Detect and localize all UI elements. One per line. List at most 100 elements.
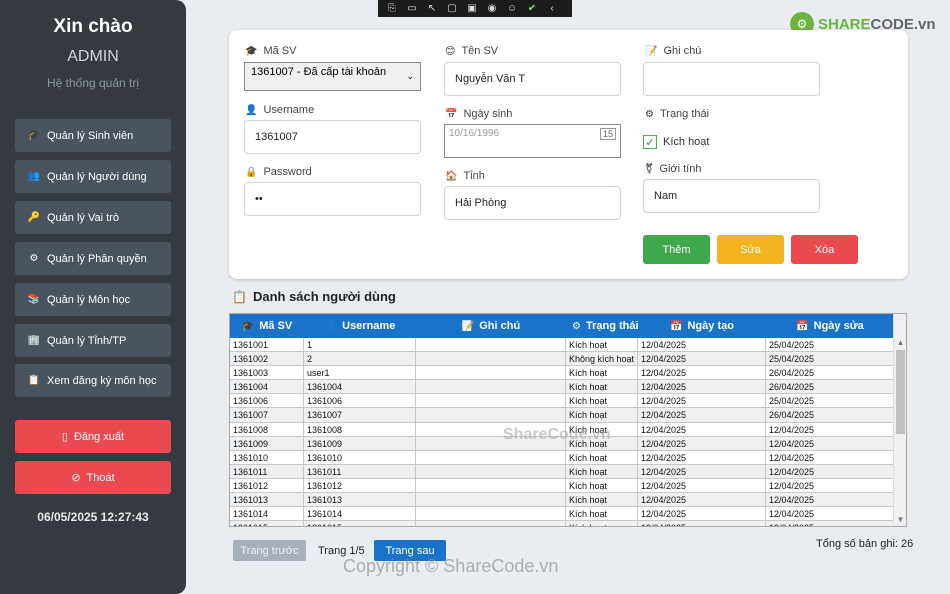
note-icon: 📝	[645, 45, 658, 57]
calendar-icon[interactable]: 15	[599, 128, 616, 140]
tinh-field[interactable]: Hải Phòng	[444, 186, 621, 220]
check-icon[interactable]: ✔	[526, 3, 538, 14]
table-row[interactable]: 1361007 1361007 Kích hoạt 12/04/2025 26/04/2…	[230, 408, 894, 423]
table-cell: 12/04/2025	[638, 507, 766, 522]
capture-icon[interactable]: ⎘	[386, 3, 398, 14]
table-cell: 12/04/2025	[638, 366, 766, 381]
clock: 06/05/2025 12:27:43	[37, 510, 149, 524]
table-row[interactable]: 13610151361015Kích hoạt12/04/202512/04/2…	[230, 521, 894, 526]
table-cell: 12/04/2025	[638, 450, 766, 465]
vertical-scrollbar[interactable]: ▲ ▼	[893, 314, 906, 526]
gioitinh-field[interactable]: Nam	[643, 179, 820, 213]
ngaysinh-datepicker[interactable]: 10/16/1996 15	[444, 124, 621, 158]
table-row[interactable]: 1361011 1361011 Kích hoạt 12/04/2025 12/04/2…	[230, 464, 894, 479]
col-username[interactable]: 👤 Username	[304, 314, 416, 338]
table-row[interactable]: 1361012 1361012 Kích hoạt 12/04/2025 12/04/2…	[230, 478, 894, 494]
table-cell: Kích hoạt	[566, 507, 638, 522]
list-icon: 📋	[27, 375, 41, 386]
username-label: 👤 Username	[245, 104, 315, 116]
nav-manage-roles[interactable]: 🔑 Quản lý Vai trò	[15, 201, 171, 234]
note-icon: 📝	[461, 320, 475, 332]
col-trangthai[interactable]: ⚙ Trạng thái	[566, 314, 638, 338]
nav-view-registrations[interactable]: 📋 Xem đăng ký môn học	[15, 364, 171, 397]
password-field[interactable]: ••	[244, 182, 421, 216]
table-cell: 12/04/2025	[766, 521, 894, 526]
add-button[interactable]: Thêm	[643, 235, 710, 264]
edit-button[interactable]: Sửa	[717, 235, 784, 264]
nav-label: Quản lý Người dùng	[47, 170, 147, 183]
gioitinh-label: ⚧ Giới tính	[645, 163, 702, 175]
table-cell: 1361007	[304, 408, 416, 423]
nav-manage-users[interactable]: 👥 Quản lý Người dùng	[15, 160, 171, 193]
accessibility-icon[interactable]: ☺	[506, 3, 518, 14]
table-row[interactable]: 1361006 1361006 Kích hoạt 12/04/2025 25/04/2…	[230, 394, 894, 409]
table-cell: 12/04/2025	[638, 394, 766, 409]
nav-manage-subjects[interactable]: 📚 Quản lý Môn học	[15, 283, 171, 316]
prev-page-button[interactable]: Trang trước	[233, 540, 306, 561]
table-cell: 1361009	[230, 436, 304, 451]
col-ngaytao[interactable]: 📅 Ngày tạo	[638, 314, 766, 338]
table-cell: 1361015	[230, 521, 304, 526]
users-grid[interactable]: 🎓 Mã SV 👤 Username 📝 Ghi chú ⚙ Trạng thái 📅 N…	[229, 313, 907, 527]
table-cell: 26/04/2025	[766, 408, 894, 423]
table-cell: 26/04/2025	[766, 380, 894, 395]
table-cell: 25/04/2025	[766, 352, 894, 367]
collapse-icon[interactable]: ‹	[546, 3, 558, 14]
logout-button[interactable]: ▯ Đăng xuất	[15, 420, 171, 453]
active-checkbox[interactable]: ✓ Kích hoạt	[643, 135, 709, 149]
table-row[interactable]: 1361002 2 Không kích hoạt 12/04/2025 25/04/2…	[230, 352, 894, 367]
screen-toolbar: ⎘ ▭ ↖ ▢ ▣ ◉ ☺ ✔ ‹	[378, 0, 572, 17]
users-icon: 👥	[27, 171, 41, 182]
table-cell: 12/04/2025	[766, 464, 894, 479]
pointer-icon[interactable]: ↖	[426, 3, 438, 14]
exit-button[interactable]: ⊘ Thoát	[15, 461, 171, 494]
table-row[interactable]: 1361010 1361010 Kích hoạt 12/04/2025 12/04/2…	[230, 450, 894, 465]
table-row[interactable]: 1361003 user1 Kích hoạt 12/04/2025 26/04/202…	[230, 366, 894, 381]
graduation-cap-icon: 🎓	[27, 130, 41, 141]
table-cell: 12/04/2025	[766, 450, 894, 465]
table-cell: 1361004	[304, 380, 416, 395]
delete-button[interactable]: Xóa	[791, 235, 858, 264]
table-cell: 12/04/2025	[638, 422, 766, 437]
chevron-up-icon[interactable]: ▲	[894, 338, 906, 347]
grid-header: 🎓 Mã SV 👤 Username 📝 Ghi chú ⚙ Trạng thái 📅 N…	[230, 314, 894, 338]
col-ngaysua[interactable]: 📅 Ngày sửa	[766, 314, 894, 338]
table-cell	[416, 507, 566, 522]
video-icon[interactable]: ▭	[406, 3, 418, 14]
col-ghichu[interactable]: 📝 Ghi chú	[416, 314, 566, 338]
nav-label: Quản lý Môn học	[47, 293, 131, 306]
calendar-icon: 📅	[445, 108, 458, 120]
logout-label: Đăng xuất	[73, 430, 125, 443]
masv-select[interactable]: 1361007 - Đã cấp tài khoản ⌄	[244, 62, 421, 91]
nav-manage-provinces[interactable]: 🏢 Quản lý Tỉnh/TP	[15, 324, 171, 357]
table-cell	[416, 366, 566, 381]
table-cell: 1361003	[230, 366, 304, 381]
books-icon: 📚	[27, 294, 41, 305]
table-cell: 12/04/2025	[638, 352, 766, 367]
table-cell: 12/04/2025	[638, 493, 766, 508]
chevron-down-icon[interactable]: ▼	[894, 515, 906, 524]
watermark: ShareCode.vn	[503, 426, 611, 443]
tensv-field[interactable]: Nguyễn Văn T	[444, 62, 621, 96]
monitor-icon[interactable]: ▣	[466, 3, 478, 14]
broadcast-icon[interactable]: ◉	[486, 3, 498, 14]
ghichu-field[interactable]	[643, 62, 820, 96]
table-row[interactable]: 1361014 1361014 Kích hoạt 12/04/2025 12/04/2…	[230, 507, 894, 522]
col-masv[interactable]: 🎓 Mã SV	[230, 314, 304, 338]
gear-icon: ⚙	[572, 320, 581, 332]
smile-icon: 😊	[445, 45, 456, 57]
window-icon[interactable]: ▢	[446, 3, 458, 14]
table-cell: 1361008	[304, 422, 416, 437]
username-field[interactable]: 1361007	[244, 120, 421, 154]
tinh-label: 🏠 Tỉnh	[445, 170, 485, 182]
scroll-thumb[interactable]	[896, 350, 905, 434]
table-cell: 12/04/2025	[638, 380, 766, 395]
table-row[interactable]: 1361004 1361004 Kích hoạt 12/04/2025 26/04/2…	[230, 380, 894, 395]
table-row[interactable]: 1361001 1 Kích hoạt 12/04/2025 25/04/2025	[230, 338, 894, 353]
nav-manage-students[interactable]: 🎓 Quản lý Sinh viên	[15, 119, 171, 152]
table-row[interactable]: 1361013 1361013 Kích hoạt 12/04/2025 12/04/2…	[230, 493, 894, 508]
nav-manage-permissions[interactable]: ⚙ Quản lý Phân quyền	[15, 242, 171, 275]
table-cell: 1361014	[304, 507, 416, 522]
nav-label: Quản lý Sinh viên	[47, 129, 134, 142]
table-cell: 1361010	[230, 450, 304, 465]
